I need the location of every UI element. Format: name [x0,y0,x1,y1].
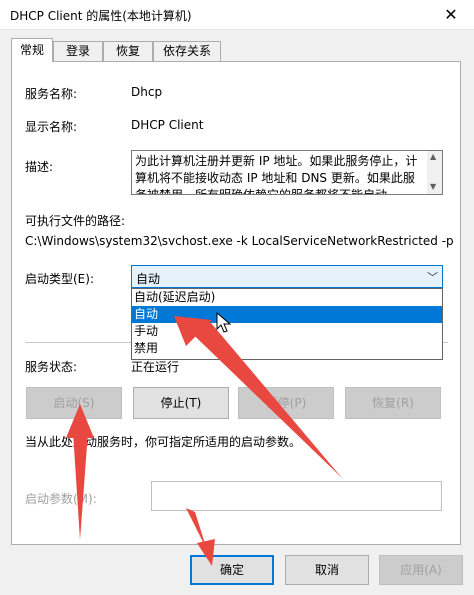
startup-type-value: 自动 [136,272,161,286]
resume-button[interactable]: 恢复(R) [345,387,441,419]
service-name-value: Dhcp [131,85,163,99]
option-auto-delayed[interactable]: 自动(延迟启动) [132,289,442,306]
start-button[interactable]: 启动(S) [26,387,122,419]
service-name-label: 服务名称: [25,87,78,101]
apply-button[interactable]: 应用(A) [379,555,463,585]
start-params-label: 启动参数(M): [25,492,97,506]
path-value: C:\Windows\system32\svchost.exe -k Local… [25,234,454,248]
scroll-up-icon[interactable]: ▲ [430,152,436,161]
description-box[interactable]: 为此计算机注册并更新 IP 地址。如果此服务停止，计算机将不能接收动态 IP 地… [131,150,443,195]
scroll-down-icon[interactable]: ▼ [430,182,436,191]
general-panel: 服务名称: Dhcp 显示名称: DHCP Client 描述: 为此计算机注册… [11,61,461,545]
startup-type-dropdown: 自动(延迟启动) 自动 手动 禁用 [131,288,443,360]
service-status-value: 正在运行 [131,360,180,374]
start-params-hint: 当从此处启动服务时，你可指定所适用的启动参数。 [25,435,302,449]
description-text: 为此计算机注册并更新 IP 地址。如果此服务停止，计算机将不能接收动态 IP 地… [135,154,418,195]
mouse-cursor-icon [216,312,232,333]
path-label: 可执行文件的路径: [25,214,126,228]
display-name-label: 显示名称: [25,120,78,134]
startup-type-label: 启动类型(E): [25,272,94,286]
option-manual[interactable]: 手动 [132,323,442,340]
tab-logon[interactable]: 登录 [53,41,103,62]
startup-type-select[interactable]: 自动 ﹀ [131,265,443,288]
tab-dependencies[interactable]: 依存关系 [153,41,221,62]
display-name-value: DHCP Client [131,118,204,132]
description-scrollbar[interactable]: ▲ ▼ [427,151,442,194]
option-auto[interactable]: 自动 [132,306,442,323]
tab-general[interactable]: 常规 [11,38,53,62]
tab-recovery[interactable]: 恢复 [103,41,153,62]
pause-button[interactable]: 暂停(P) [238,387,334,419]
cancel-button[interactable]: 取消 [285,555,369,585]
close-icon[interactable]: ✕ [428,0,474,30]
window-title: DHCP Client 的属性(本地计算机) [10,9,192,23]
start-params-input[interactable] [151,481,442,511]
stop-button[interactable]: 停止(T) [133,387,229,419]
title-bar: DHCP Client 的属性(本地计算机) ✕ [0,0,474,30]
ok-button[interactable]: 确定 [190,555,274,585]
description-label: 描述: [25,160,54,174]
service-status-label: 服务状态: [25,360,78,374]
chevron-down-icon[interactable]: ﹀ [427,269,438,285]
option-disabled[interactable]: 禁用 [132,340,442,357]
